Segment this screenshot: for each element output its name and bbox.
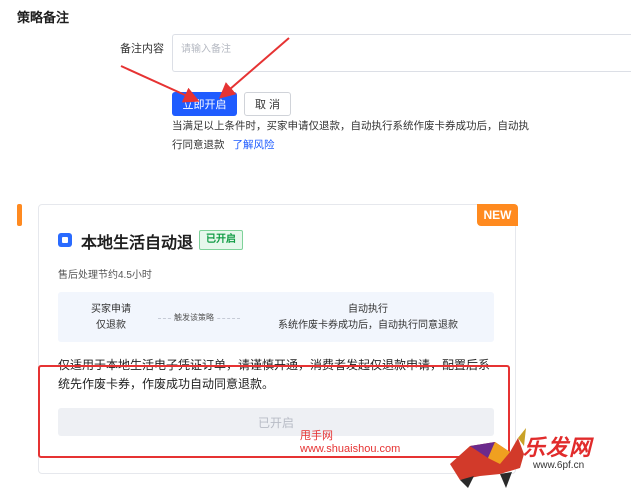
flow-step2-line2: 系统作废卡券成功后，自动执行同意退款 <box>278 320 458 331</box>
enabled-button[interactable]: 已开启 <box>58 408 494 436</box>
section-title: 策略备注 <box>17 10 70 25</box>
status-badge: 已开启 <box>199 230 243 250</box>
coupon-icon <box>58 233 72 247</box>
flow-step1-line2: 仅退款 <box>96 320 126 331</box>
flow-step1-line1: 买家申请 <box>91 304 131 315</box>
flow-step-auto-execute: 自动执行 系统作废卡券成功后，自动执行同意退款 <box>260 302 476 334</box>
cancel-button[interactable]: 取 消 <box>244 92 291 116</box>
logo-url: www.6pf.cn <box>533 460 585 471</box>
card-description: 仅适用于本地生活电子凭证订单，请谨慎开通，消费者发起仅退款申请，配置后系统先作废… <box>58 358 491 391</box>
logo-text: 乐发网 <box>523 435 593 460</box>
card-title: 本地生活自动退 <box>81 235 194 252</box>
watermark-site-name: 甩手网 <box>300 430 333 442</box>
help-text-line2: 行同意退款 <box>172 139 225 151</box>
watermark-site-url: www.shuaishou.com <box>300 443 401 455</box>
flow-step2-line1: 自动执行 <box>348 304 388 315</box>
card-subtitle: 售后处理节约4.5小时 <box>58 270 152 281</box>
enable-now-button[interactable]: 立即开启 <box>172 92 237 116</box>
help-text-line1: 当满足以上条件时，买家申请仅退款，自动执行系统作废卡券成功后，自动执 <box>172 120 529 132</box>
new-badge: NEW <box>477 204 518 226</box>
strategy-note-panel: 策略备注 备注内容 立即开启 取 消 当满足以上条件时，买家申请仅退款，自动执行… <box>0 0 631 170</box>
learn-risk-link[interactable]: 了解风险 <box>233 139 275 151</box>
help-text: 当满足以上条件时，买家申请仅退款，自动执行系统作废卡券成功后，自动执 行同意退款… <box>172 117 552 155</box>
note-input[interactable] <box>172 34 631 72</box>
flow-trigger-label: 触发该策略 <box>171 312 217 323</box>
section-gap <box>0 170 631 205</box>
left-accent-bar <box>17 204 22 226</box>
note-field-label: 备注内容 <box>120 43 164 55</box>
flow-step-buyer-request: 买家申请 仅退款 <box>76 302 146 334</box>
